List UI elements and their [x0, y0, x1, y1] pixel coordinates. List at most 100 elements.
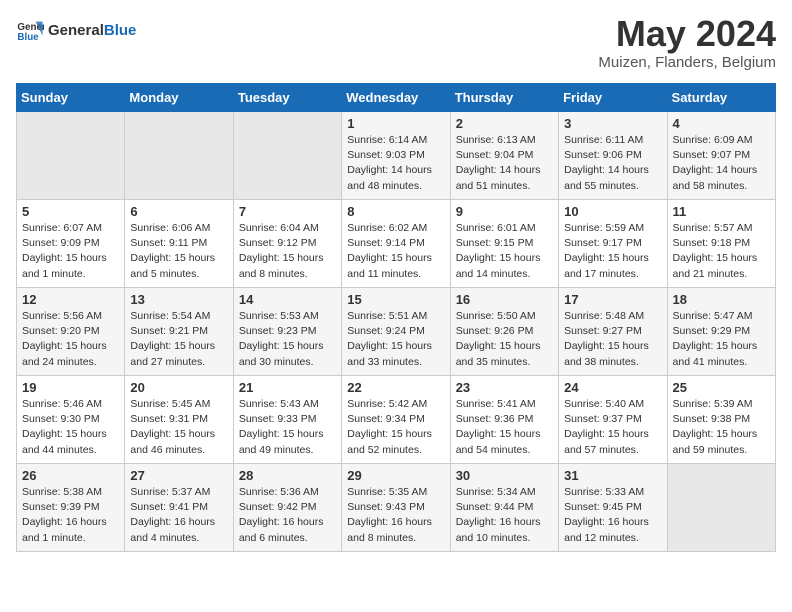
day-info: Sunrise: 5:59 AM Sunset: 9:17 PM Dayligh… — [564, 221, 661, 282]
calendar-cell: 13Sunrise: 5:54 AM Sunset: 9:21 PM Dayli… — [125, 288, 233, 376]
day-number: 12 — [22, 292, 119, 307]
day-number: 31 — [564, 468, 661, 483]
day-info: Sunrise: 5:51 AM Sunset: 9:24 PM Dayligh… — [347, 309, 444, 370]
day-info: Sunrise: 5:46 AM Sunset: 9:30 PM Dayligh… — [22, 397, 119, 458]
calendar-cell: 5 Sunrise: 6:07 AM Sunset: 9:09 PM Daylig… — [17, 200, 125, 288]
day-number: 1 — [347, 116, 444, 131]
calendar-body: 1 Sunrise: 6:14 AM Sunset: 9:03 PM Daylig… — [17, 112, 776, 552]
calendar-cell — [233, 112, 341, 200]
day-info: Sunrise: 5:56 AM Sunset: 9:20 PM Dayligh… — [22, 309, 119, 370]
calendar-cell: 17Sunrise: 5:48 AM Sunset: 9:27 PM Dayli… — [559, 288, 667, 376]
day-number: 2 — [456, 116, 553, 131]
svg-text:Blue: Blue — [17, 32, 39, 43]
day-info: Sunrise: 6:13 AM Sunset: 9:04 PM Dayligh… — [456, 133, 553, 194]
logo: General Blue GeneralBlue — [16, 16, 136, 44]
calendar-week-3: 19 Sunrise: 5:46 AM Sunset: 9:30 PM Dayli… — [17, 376, 776, 464]
calendar-cell: 4 Sunrise: 6:09 AM Sunset: 9:07 PM Daylig… — [667, 112, 775, 200]
day-number: 20 — [130, 380, 227, 395]
calendar-cell: 23 Sunrise: 5:41 AM Sunset: 9:36 PM Dayli… — [450, 376, 558, 464]
day-number: 9 — [456, 204, 553, 219]
day-info: Sunrise: 5:41 AM Sunset: 9:36 PM Dayligh… — [456, 397, 553, 458]
calendar-cell: 15Sunrise: 5:51 AM Sunset: 9:24 PM Dayli… — [342, 288, 450, 376]
day-number: 13 — [130, 292, 227, 307]
day-info: Sunrise: 5:43 AM Sunset: 9:33 PM Dayligh… — [239, 397, 336, 458]
calendar-cell: 14Sunrise: 5:53 AM Sunset: 9:23 PM Dayli… — [233, 288, 341, 376]
day-number: 3 — [564, 116, 661, 131]
calendar-cell: 22Sunrise: 5:42 AM Sunset: 9:34 PM Dayli… — [342, 376, 450, 464]
day-info: Sunrise: 5:45 AM Sunset: 9:31 PM Dayligh… — [130, 397, 227, 458]
calendar-week-0: 1 Sunrise: 6:14 AM Sunset: 9:03 PM Daylig… — [17, 112, 776, 200]
header-saturday: Saturday — [667, 84, 775, 112]
calendar-cell: 29Sunrise: 5:35 AM Sunset: 9:43 PM Dayli… — [342, 464, 450, 552]
day-number: 16 — [456, 292, 553, 307]
calendar-cell: 21 Sunrise: 5:43 AM Sunset: 9:33 PM Dayli… — [233, 376, 341, 464]
day-number: 28 — [239, 468, 336, 483]
calendar-cell — [125, 112, 233, 200]
day-number: 10 — [564, 204, 661, 219]
calendar-cell: 11 Sunrise: 5:57 AM Sunset: 9:18 PM Dayli… — [667, 200, 775, 288]
day-number: 8 — [347, 204, 444, 219]
day-info: Sunrise: 5:40 AM Sunset: 9:37 PM Dayligh… — [564, 397, 661, 458]
calendar-cell: 20 Sunrise: 5:45 AM Sunset: 9:31 PM Dayli… — [125, 376, 233, 464]
calendar-cell: 16Sunrise: 5:50 AM Sunset: 9:26 PM Dayli… — [450, 288, 558, 376]
day-info: Sunrise: 6:14 AM Sunset: 9:03 PM Dayligh… — [347, 133, 444, 194]
day-number: 24 — [564, 380, 661, 395]
day-info: Sunrise: 6:04 AM Sunset: 9:12 PM Dayligh… — [239, 221, 336, 282]
day-info: Sunrise: 6:01 AM Sunset: 9:15 PM Dayligh… — [456, 221, 553, 282]
day-number: 21 — [239, 380, 336, 395]
page-header: General Blue GeneralBlue May 2024 Muizen… — [16, 16, 776, 71]
day-info: Sunrise: 6:11 AM Sunset: 9:06 PM Dayligh… — [564, 133, 661, 194]
calendar-cell: 30Sunrise: 5:34 AM Sunset: 9:44 PM Dayli… — [450, 464, 558, 552]
calendar-cell: 31Sunrise: 5:33 AM Sunset: 9:45 PM Dayli… — [559, 464, 667, 552]
calendar-cell: 9 Sunrise: 6:01 AM Sunset: 9:15 PM Daylig… — [450, 200, 558, 288]
calendar-cell: 8 Sunrise: 6:02 AM Sunset: 9:14 PM Daylig… — [342, 200, 450, 288]
day-info: Sunrise: 6:07 AM Sunset: 9:09 PM Dayligh… — [22, 221, 119, 282]
logo-text: GeneralBlue — [48, 22, 136, 39]
location: Muizen, Flanders, Belgium — [598, 54, 776, 71]
day-number: 4 — [673, 116, 770, 131]
day-number: 29 — [347, 468, 444, 483]
title-block: May 2024 Muizen, Flanders, Belgium — [598, 16, 776, 71]
header-tuesday: Tuesday — [233, 84, 341, 112]
calendar-cell: 1 Sunrise: 6:14 AM Sunset: 9:03 PM Daylig… — [342, 112, 450, 200]
day-info: Sunrise: 5:47 AM Sunset: 9:29 PM Dayligh… — [673, 309, 770, 370]
day-info: Sunrise: 5:53 AM Sunset: 9:23 PM Dayligh… — [239, 309, 336, 370]
day-number: 25 — [673, 380, 770, 395]
calendar-cell: 3 Sunrise: 6:11 AM Sunset: 9:06 PM Daylig… — [559, 112, 667, 200]
day-number: 5 — [22, 204, 119, 219]
calendar-cell: 2 Sunrise: 6:13 AM Sunset: 9:04 PM Daylig… — [450, 112, 558, 200]
day-number: 18 — [673, 292, 770, 307]
calendar-header: Sunday Monday Tuesday Wednesday Thursday… — [17, 84, 776, 112]
header-thursday: Thursday — [450, 84, 558, 112]
calendar-cell: 6 Sunrise: 6:06 AM Sunset: 9:11 PM Daylig… — [125, 200, 233, 288]
day-number: 19 — [22, 380, 119, 395]
calendar-cell — [17, 112, 125, 200]
header-wednesday: Wednesday — [342, 84, 450, 112]
day-info: Sunrise: 6:06 AM Sunset: 9:11 PM Dayligh… — [130, 221, 227, 282]
day-info: Sunrise: 5:38 AM Sunset: 9:39 PM Dayligh… — [22, 485, 119, 546]
calendar-cell: 10 Sunrise: 5:59 AM Sunset: 9:17 PM Dayli… — [559, 200, 667, 288]
day-info: Sunrise: 6:02 AM Sunset: 9:14 PM Dayligh… — [347, 221, 444, 282]
day-info: Sunrise: 6:09 AM Sunset: 9:07 PM Dayligh… — [673, 133, 770, 194]
calendar-cell: 25Sunrise: 5:39 AM Sunset: 9:38 PM Dayli… — [667, 376, 775, 464]
day-info: Sunrise: 5:48 AM Sunset: 9:27 PM Dayligh… — [564, 309, 661, 370]
calendar-cell: 27Sunrise: 5:37 AM Sunset: 9:41 PM Dayli… — [125, 464, 233, 552]
day-number: 7 — [239, 204, 336, 219]
day-number: 6 — [130, 204, 227, 219]
calendar-cell: 19 Sunrise: 5:46 AM Sunset: 9:30 PM Dayli… — [17, 376, 125, 464]
calendar-table: Sunday Monday Tuesday Wednesday Thursday… — [16, 83, 776, 552]
day-number: 11 — [673, 204, 770, 219]
calendar-week-2: 12 Sunrise: 5:56 AM Sunset: 9:20 PM Dayli… — [17, 288, 776, 376]
day-number: 30 — [456, 468, 553, 483]
calendar-cell: 28Sunrise: 5:36 AM Sunset: 9:42 PM Dayli… — [233, 464, 341, 552]
day-info: Sunrise: 5:37 AM Sunset: 9:41 PM Dayligh… — [130, 485, 227, 546]
calendar-cell: 18 Sunrise: 5:47 AM Sunset: 9:29 PM Dayli… — [667, 288, 775, 376]
day-info: Sunrise: 5:57 AM Sunset: 9:18 PM Dayligh… — [673, 221, 770, 282]
calendar-cell: 26 Sunrise: 5:38 AM Sunset: 9:39 PM Dayli… — [17, 464, 125, 552]
calendar-cell — [667, 464, 775, 552]
day-number: 23 — [456, 380, 553, 395]
day-number: 26 — [22, 468, 119, 483]
header-monday: Monday — [125, 84, 233, 112]
calendar-cell: 24 Sunrise: 5:40 AM Sunset: 9:37 PM Dayli… — [559, 376, 667, 464]
month-title: May 2024 — [598, 16, 776, 52]
